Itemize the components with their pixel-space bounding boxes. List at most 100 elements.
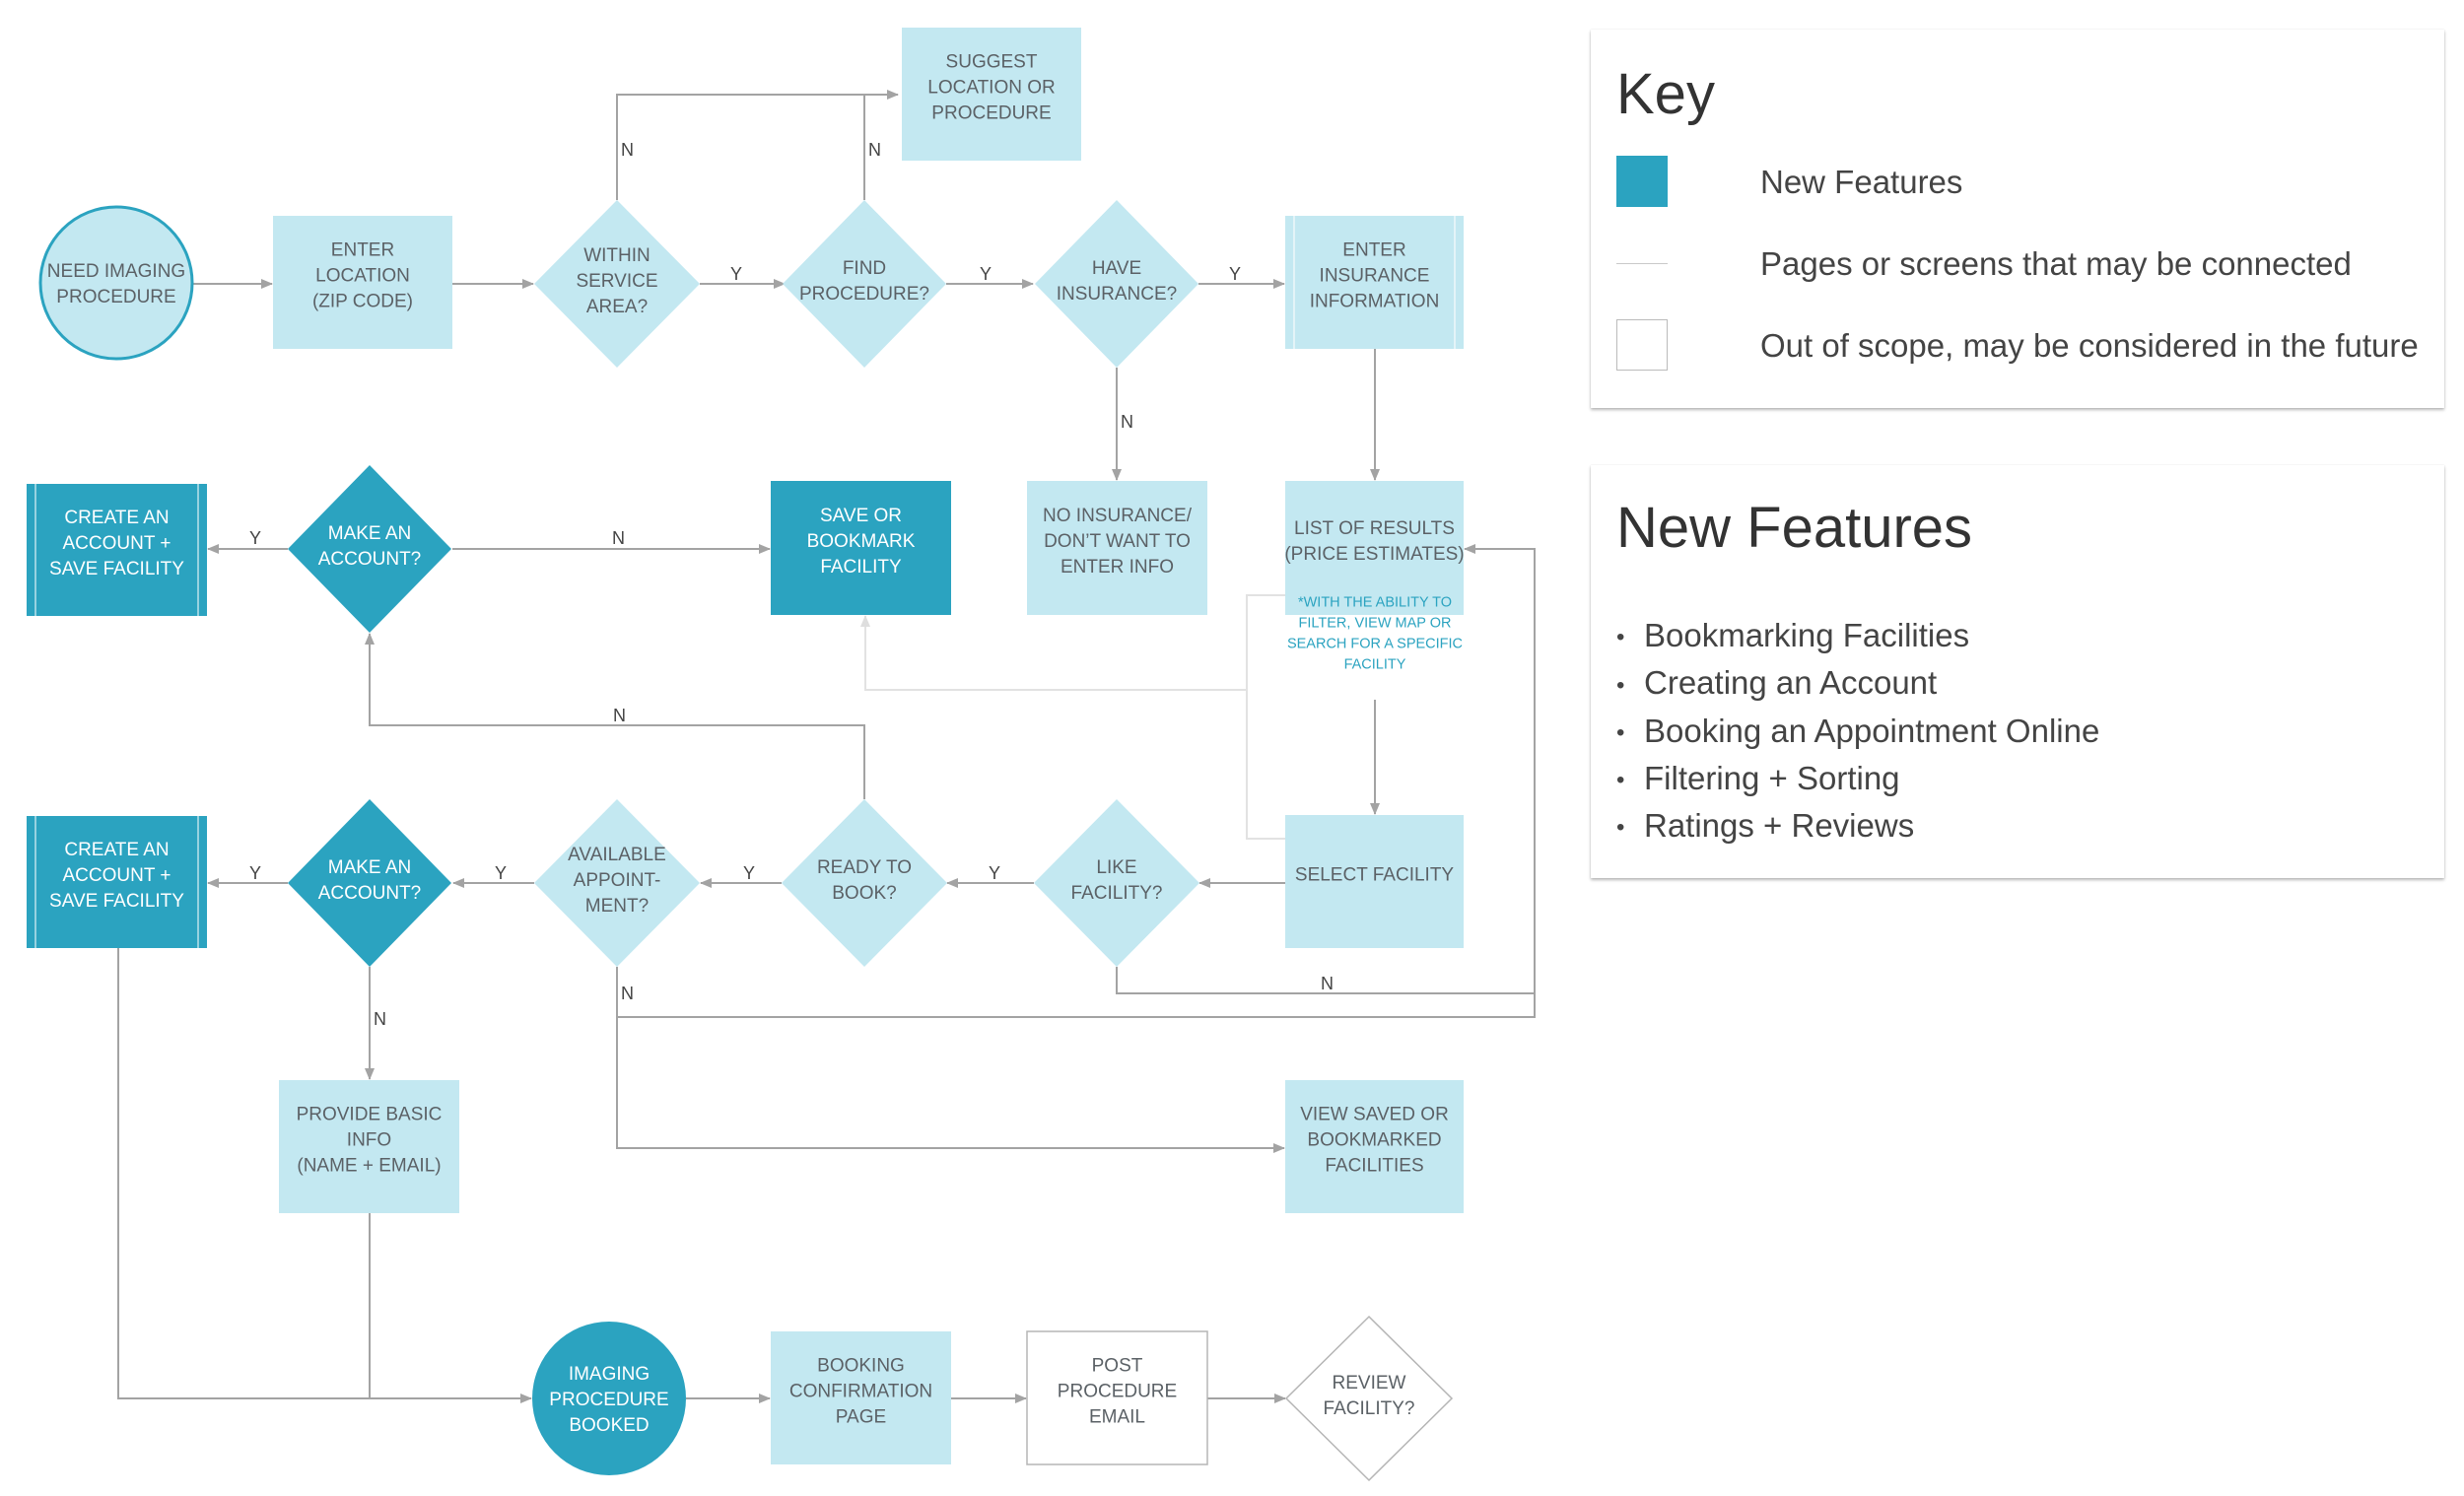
node-like-facility-text-line: FACILITY? [1071, 883, 1163, 904]
node-like-facility: LIKE FACILITY? [1034, 799, 1199, 967]
key-item-new-features: New Features [1616, 156, 2425, 209]
node-view-saved-text-line: FACILITIES [1325, 1156, 1423, 1177]
list-results-note-text-line: FACILITY [1344, 657, 1406, 673]
node-suggest-text-line: SUGGEST [946, 52, 1038, 73]
outline-swatch-icon [1616, 319, 1668, 371]
node-save-bookmark-text-line: SAVE OR [820, 506, 902, 526]
node-provide-info-text-line: INFO [347, 1130, 391, 1151]
node-within-service-area-text: WITHIN SERVICE AREA? [576, 245, 657, 317]
node-review-facility-text-line: REVIEW [1333, 1373, 1406, 1394]
feature-item: • Ratings + Reviews [1616, 803, 2099, 850]
flow-nodes: NEED IMAGING PROCEDURE ENTER LOCATION (ZIP C… [27, 28, 1465, 1482]
connector-to-view-saved [616, 1017, 1285, 1153]
node-within-service-area-text-line: SERVICE [576, 271, 657, 292]
node-ready-to-book-text-line: BOOK? [832, 883, 896, 904]
node-enter-location-text-line: ENTER [331, 240, 394, 261]
node-available-appointment: AVAILABLE APPOINT- MENT? [534, 799, 700, 967]
node-create-account-2-text: CREATE AN ACCOUNT + SAVE FACILITY [49, 840, 184, 912]
node-within-service-area-text-line: WITHIN [583, 245, 650, 266]
node-suggest-text-line: LOCATION OR [927, 78, 1056, 99]
key-title: Key [1616, 62, 1715, 126]
key-item-connected-pages: Pages or screens that may be connected [1616, 238, 2425, 291]
feature-item: • Booking an Appointment Online [1616, 709, 2099, 756]
node-create-account-2-text-line: ACCOUNT + [63, 865, 171, 886]
new-features-panel: New Features • Bookmarking Facilities • Cr… [1591, 465, 2444, 878]
node-create-account-2-text-line: CREATE AN [64, 840, 169, 860]
feature-label: Bookmarking Facilities [1644, 617, 1970, 653]
label-ready-no: N [613, 706, 626, 725]
label-service-yes: Y [730, 264, 742, 284]
node-suggest-text-line: PROCEDURE [931, 103, 1051, 124]
label-insurance-yes: Y [1229, 264, 1241, 284]
node-view-saved-text-line: BOOKMARKED [1307, 1130, 1441, 1151]
key-label: New Features [1760, 164, 1963, 200]
feature-list: • Bookmarking Facilities • Creating an Acc… [1616, 613, 2099, 850]
node-save-bookmark-text-line: BOOKMARK [807, 531, 916, 552]
node-enter-location: ENTER LOCATION (ZIP CODE) [273, 216, 452, 349]
light-line-swatch-icon [1616, 263, 1668, 264]
bullet-icon: • [1616, 671, 1625, 699]
node-create-account-1: CREATE AN ACCOUNT + SAVE FACILITY [27, 484, 207, 616]
node-need-imaging: NEED IMAGING PROCEDURE [38, 205, 194, 361]
feature-label: Ratings + Reviews [1644, 807, 1915, 845]
label-available-yes: Y [495, 863, 507, 883]
node-booking-confirmation: BOOKING CONFIRMATION PAGE [771, 1331, 951, 1464]
node-make-account-2-text-line: ACCOUNT? [318, 883, 422, 904]
node-select-facility-text: SELECT FACILITY [1295, 865, 1455, 886]
key-label: Pages or screens that may be connected [1760, 245, 2352, 282]
node-need-imaging-text-line: NEED IMAGING [47, 261, 185, 282]
node-enter-insurance-text-line: INSURANCE [1320, 266, 1430, 287]
bullet-icon: • [1616, 814, 1625, 842]
node-make-account-2: MAKE AN ACCOUNT? [288, 799, 451, 967]
node-post-procedure-email: POST PROCEDURE EMAIL [1026, 1330, 1208, 1465]
feature-item: • Creating an Account [1616, 660, 2099, 708]
label-procedure-no: N [868, 140, 881, 160]
node-find-procedure-text-line: FIND [843, 258, 886, 279]
node-procedure-booked-text-line: IMAGING [569, 1364, 650, 1385]
node-have-insurance: HAVE INSURANCE? [1035, 200, 1198, 368]
node-create-account-1-text: CREATE AN ACCOUNT + SAVE FACILITY [49, 508, 184, 579]
label-like-no: N [1321, 974, 1334, 993]
label-make-account-2-no: N [374, 1009, 386, 1029]
feature-item: • Filtering + Sorting [1616, 756, 2099, 803]
new-feature-swatch-icon [1616, 156, 1668, 207]
node-available-appointment-text-line: MENT? [585, 896, 649, 917]
node-make-account-1-text-line: MAKE AN [328, 523, 411, 544]
node-list-results-text-line: (PRICE ESTIMATES) [1284, 544, 1464, 565]
node-post-procedure-email-text-line: POST [1092, 1356, 1143, 1377]
feature-label: Filtering + Sorting [1644, 759, 1900, 796]
list-results-note-text-line: SEARCH FOR A SPECIFIC [1287, 637, 1463, 652]
node-booking-confirmation-text-line: BOOKING [817, 1356, 905, 1377]
node-need-imaging-shape [38, 205, 194, 361]
node-make-account-1-text-line: ACCOUNT? [318, 549, 422, 570]
node-enter-location-text-line: (ZIP CODE) [312, 292, 413, 312]
label-make-account-1-no: N [612, 528, 625, 548]
key-panel: Key New Features Pages or screens that m… [1591, 30, 2444, 408]
label-insurance-no: N [1121, 412, 1133, 432]
node-create-account-1-text-line: ACCOUNT + [63, 533, 171, 554]
node-no-insurance-text-line: ENTER INFO [1061, 557, 1174, 578]
node-list-results-text-line: LIST OF RESULTS [1294, 518, 1455, 539]
node-no-insurance-text-line: DON’T WANT TO [1044, 531, 1191, 552]
node-provide-info: PROVIDE BASIC INFO (NAME + EMAIL) [279, 1080, 459, 1213]
label-service-no: N [621, 140, 634, 160]
node-ready-to-book-text-line: READY TO [817, 857, 912, 878]
node-post-procedure-email-text-line: PROCEDURE [1058, 1382, 1177, 1402]
node-no-insurance-text-line: NO INSURANCE/ [1043, 506, 1193, 526]
node-create-account-1-text-line: CREATE AN [64, 508, 169, 528]
node-procedure-booked: IMAGING PROCEDURE BOOKED [532, 1322, 686, 1475]
key-label: Out of scope, may be considered in the f… [1760, 327, 2419, 364]
key-item-out-of-scope: Out of scope, may be considered in the f… [1616, 319, 2425, 373]
possible-connector-to-save [860, 615, 1247, 691]
list-results-note-text: *WITH THE ABILITY TO FILTER, VIEW MAP OR S… [1287, 595, 1463, 673]
bullet-icon: • [1616, 767, 1625, 794]
node-procedure-booked-text-line: PROCEDURE [549, 1390, 668, 1410]
node-find-procedure: FIND PROCEDURE? [783, 200, 946, 368]
label-make-account-2-yes: Y [249, 863, 261, 883]
node-enter-insurance-text-line: ENTER [1342, 240, 1405, 261]
label-make-account-1-yes: Y [249, 528, 261, 548]
node-enter-insurance-text-line: INFORMATION [1310, 292, 1440, 312]
node-select-facility: SELECT FACILITY [1285, 815, 1464, 948]
node-procedure-booked-text-line: BOOKED [569, 1415, 649, 1436]
node-booking-confirmation-text-line: PAGE [836, 1407, 886, 1428]
